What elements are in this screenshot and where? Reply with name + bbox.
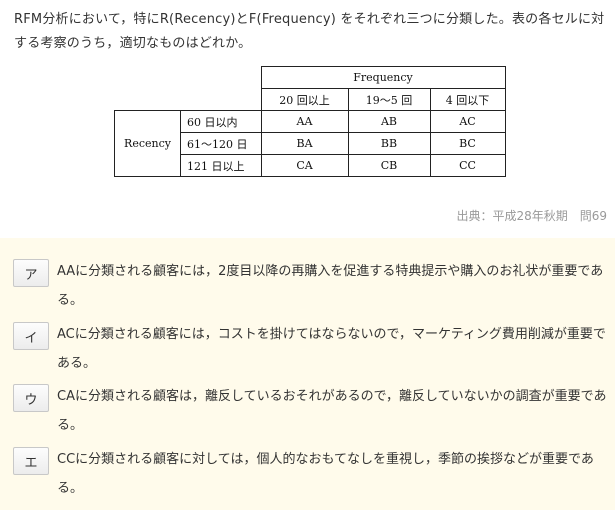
choice-a-button[interactable]: ア xyxy=(13,259,49,287)
choice-i-button[interactable]: イ xyxy=(13,322,49,350)
row-label-61-120: 61〜120 日 xyxy=(180,132,262,155)
cell-aa: AA xyxy=(260,110,349,133)
col-header-19-5: 19〜5 回 xyxy=(347,88,431,111)
rfm-table: Frequency 20 回以上 19〜5 回 4 回以下 Recency 60… xyxy=(114,66,506,177)
col-header-20-plus: 20 回以上 xyxy=(260,88,349,111)
row-label-121: 121 日以上 xyxy=(180,154,262,177)
question-text: RFM分析において，特にR(Recency)とF(Frequency) をそれぞ… xyxy=(14,12,605,51)
choice-u-text: CAに分類される顧客は，離反しているおそれがあるので，離反していないかの調査が重… xyxy=(57,389,607,433)
cell-bc: BC xyxy=(429,132,506,155)
choice-e-button[interactable]: エ xyxy=(13,447,49,475)
cell-ac: AC xyxy=(429,110,506,133)
frequency-header: Frequency xyxy=(260,66,506,89)
choice-i-text: ACに分類される顧客には，コストを掛けてはならないので，マーケティング費用削減が… xyxy=(57,327,606,371)
choice-u-button[interactable]: ウ xyxy=(13,384,49,412)
col-header-4-or-less: 4 回以下 xyxy=(429,88,506,111)
recency-label: Recency xyxy=(114,110,181,177)
cell-ab: AB xyxy=(347,110,431,133)
row-label-60: 60 日以内 xyxy=(180,110,262,133)
choice-e-text: CCに分類される顧客に対しては，個人的なおもてなしを重視し，季節の挨拶などが重要… xyxy=(57,452,594,496)
cell-cc: CC xyxy=(429,154,506,177)
cell-ca: CA xyxy=(260,154,349,177)
source-citation: 出典：平成28年秋期 問69 xyxy=(456,209,607,223)
cell-ba: BA xyxy=(260,132,349,155)
answer-choices: ア AAに分類される顧客には，2度目以降の再購入を促進する特典提示や購入のお礼状… xyxy=(0,238,615,510)
choice-a-text: AAに分類される顧客には，2度目以降の再購入を促進する特典提示や購入のお礼状が重… xyxy=(57,264,604,308)
cell-bb: BB xyxy=(347,132,431,155)
cell-cb: CB xyxy=(347,154,431,177)
